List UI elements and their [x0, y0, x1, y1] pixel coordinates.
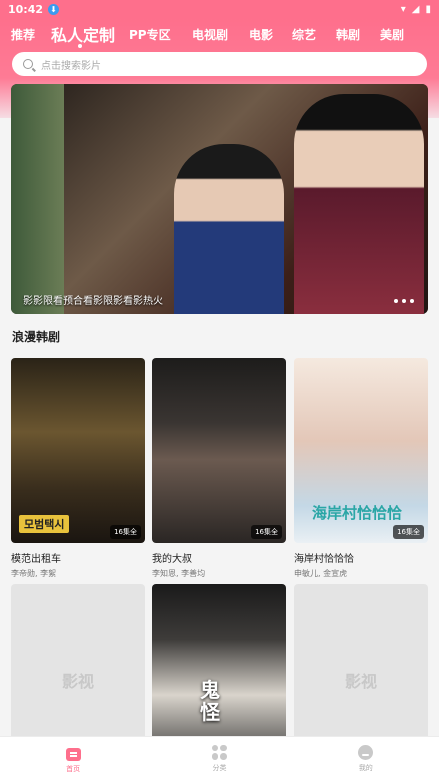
tab-variety[interactable]: 综艺 [292, 26, 316, 43]
search-icon [23, 59, 33, 69]
active-tab-indicator [78, 44, 82, 48]
poster-title-art: 鬼怪 [200, 678, 220, 724]
poster-logo: 모범택시 [19, 515, 70, 533]
tab-private-custom[interactable]: 私人定制 [51, 22, 115, 46]
signal-icon: ◢ [411, 3, 420, 15]
tab-pp-zone[interactable]: PP专区 [129, 26, 171, 43]
banner-figure-right [294, 94, 424, 314]
search-bar[interactable]: 点击搜索影片 [12, 52, 427, 76]
tab-tv-series[interactable]: 电视剧 [192, 26, 228, 43]
drama-poster[interactable]: 16集全 [152, 358, 286, 543]
banner-slide-image[interactable] [64, 84, 428, 314]
wifi-icon: ▾ [400, 3, 406, 15]
nav-category[interactable]: 分类 [146, 737, 292, 780]
banner-caption: 影影限看预合看影限影看影热火 [23, 296, 163, 307]
status-bar: 10:42 ⬇ ▾ ◢ ▮ [0, 0, 439, 18]
bottom-navigation: 首页 分类 我的 [0, 736, 439, 780]
banner-previous-slide[interactable] [11, 84, 64, 314]
drama-card[interactable]: 모범택시 16集全 模范出租车 李帝勋, 李絮 [11, 358, 145, 579]
banner-figure-left [174, 144, 284, 314]
placeholder-watermark: 影视 [344, 672, 377, 691]
nav-profile[interactable]: 我的 [293, 737, 439, 780]
drama-title[interactable]: 海岸村恰恰恰 [294, 550, 428, 565]
placeholder-watermark: 影视 [61, 672, 94, 691]
battery-icon: ▮ [425, 3, 431, 15]
nav-category-label: 分类 [212, 763, 227, 772]
section-title: 浪漫韩剧 [12, 330, 61, 344]
tab-korean-drama[interactable]: 韩剧 [336, 26, 360, 43]
search-placeholder: 点击搜索影片 [41, 60, 101, 72]
drama-card[interactable]: 16集全 我的大叔 李知恩, 李善均 [152, 358, 286, 579]
drama-title[interactable]: 模范出租车 [11, 550, 145, 565]
tab-us-drama[interactable]: 美剧 [380, 26, 404, 43]
drama-poster[interactable]: 海岸村恰恰恰 16集全 [294, 358, 428, 543]
nav-home[interactable]: 首页 [0, 737, 146, 780]
nav-home-label: 首页 [66, 764, 81, 773]
drama-title[interactable]: 我的大叔 [152, 550, 286, 565]
status-time: 10:42 [8, 2, 44, 16]
drama-cast: 申敏儿, 金宣虎 [294, 569, 348, 578]
home-icon [65, 747, 81, 761]
category-icon [211, 744, 227, 760]
nav-profile-label: 我的 [358, 763, 373, 772]
banner-pagination-dots [394, 299, 414, 303]
drama-card[interactable]: 海岸村恰恰恰 16集全 海岸村恰恰恰 申敏儿, 金宣虎 [294, 358, 428, 579]
poster-title-art: 海岸村恰恰恰 [312, 504, 403, 522]
banner-carousel[interactable]: 影影限看预合看影限影看影热火 [11, 84, 428, 314]
status-icons: ▾ ◢ ▮ [401, 4, 431, 15]
download-icon: ⬇ [48, 3, 60, 15]
episode-badge: 16集全 [251, 525, 282, 539]
drama-cast: 李知恩, 李善均 [152, 569, 206, 578]
tab-recommend[interactable]: 推荐 [11, 26, 35, 43]
tab-movies[interactable]: 电影 [249, 26, 273, 43]
episode-badge: 16集全 [110, 525, 141, 539]
pagination-dot [410, 299, 414, 303]
drama-poster[interactable]: 모범택시 16集全 [11, 358, 145, 543]
category-tabs: 推荐 私人定制 PP专区 电视剧 电影 综艺 韩剧 美剧 [0, 22, 439, 48]
pagination-dot [394, 299, 398, 303]
drama-cast: 李帝勋, 李絮 [11, 569, 57, 578]
pagination-dot [402, 299, 406, 303]
profile-icon [358, 744, 374, 760]
episode-badge: 16集全 [393, 525, 424, 539]
